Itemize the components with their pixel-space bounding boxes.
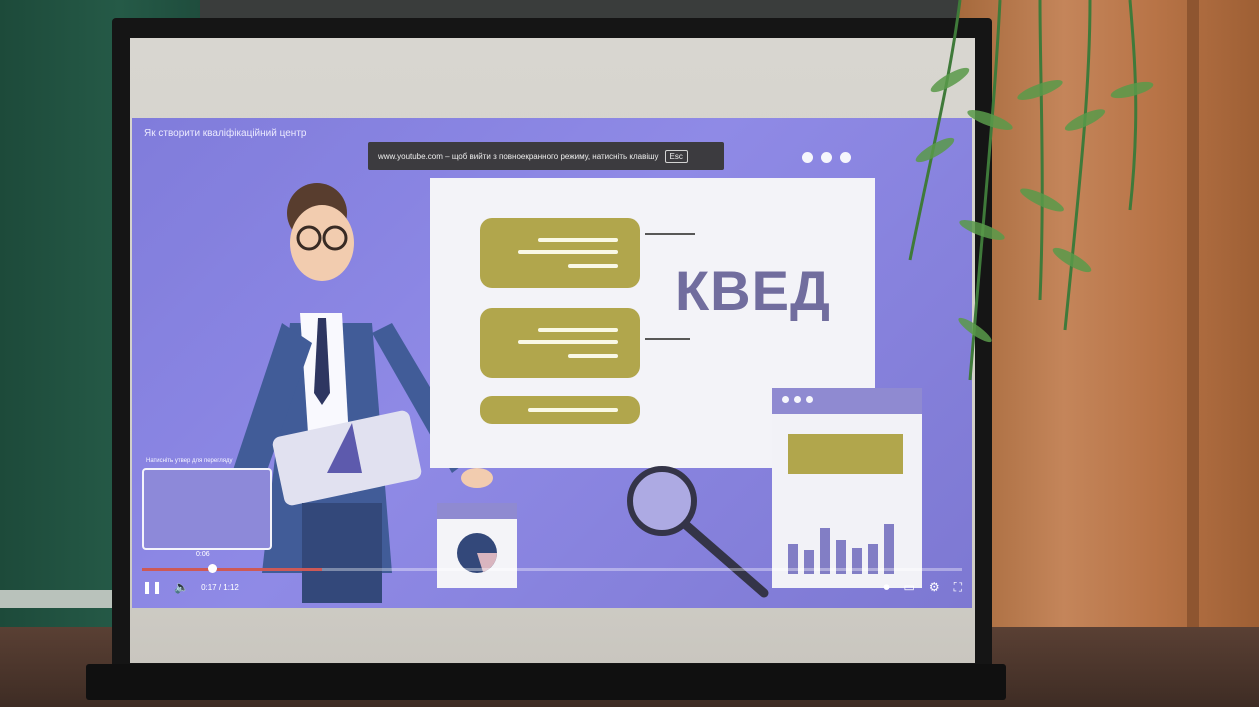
time-display: 0:17 / 1:12 [201, 582, 239, 592]
esc-key-badge: Esc [664, 149, 688, 163]
player-controls-right: ⏺ ▭ ⚙ ⛶ [883, 581, 962, 593]
dot-icon [802, 152, 813, 163]
text-block [480, 308, 640, 378]
stats-text-block [788, 434, 903, 474]
fullscreen-notice-text: www.youtube.com – щоб вийти з повноекран… [378, 151, 659, 161]
text-block [480, 396, 640, 424]
fullscreen-notice: www.youtube.com – щоб вийти з повноекран… [368, 142, 724, 170]
window-dots [782, 396, 813, 403]
connector-line [645, 338, 690, 340]
dot-icon [794, 396, 801, 403]
dot-icon [821, 152, 832, 163]
dot-icon [840, 152, 851, 163]
volume-icon[interactable]: 🔈 [174, 581, 189, 593]
subtitles-icon[interactable]: ▭ [903, 581, 914, 593]
window-dots [802, 152, 851, 163]
video-title: Як створити кваліфікаційний центр [144, 128, 307, 139]
pause-icon[interactable]: ❚❚ [142, 581, 162, 593]
video-player[interactable]: Як створити кваліфікаційний центр www.yo… [132, 118, 972, 608]
player-controls: ❚❚ 🔈 0:17 / 1:12 ⏺ ▭ ⚙ ⛶ [142, 576, 962, 598]
projection-screen-bar [86, 664, 1006, 700]
dot-icon [782, 396, 789, 403]
dot-icon [806, 396, 813, 403]
progress-bar[interactable] [142, 564, 962, 573]
scrubber-handle[interactable] [208, 564, 217, 573]
text-block [480, 218, 640, 288]
fullscreen-exit-icon[interactable]: ⛶ [954, 581, 962, 593]
connector-line [645, 233, 695, 235]
board-heading: КВЕД [675, 259, 831, 322]
gear-icon[interactable]: ⚙ [929, 581, 940, 593]
autoplay-toggle-icon[interactable]: ⏺ [883, 581, 889, 593]
bar-chart-icon [788, 524, 894, 574]
seek-preview-label: Натисніть утвер для перегляду [146, 458, 233, 464]
seek-hover-time: 0:06 [196, 551, 210, 558]
fern-plant [908, 0, 1154, 381]
seek-preview-thumbnail [142, 468, 272, 550]
progress-played [142, 568, 323, 571]
